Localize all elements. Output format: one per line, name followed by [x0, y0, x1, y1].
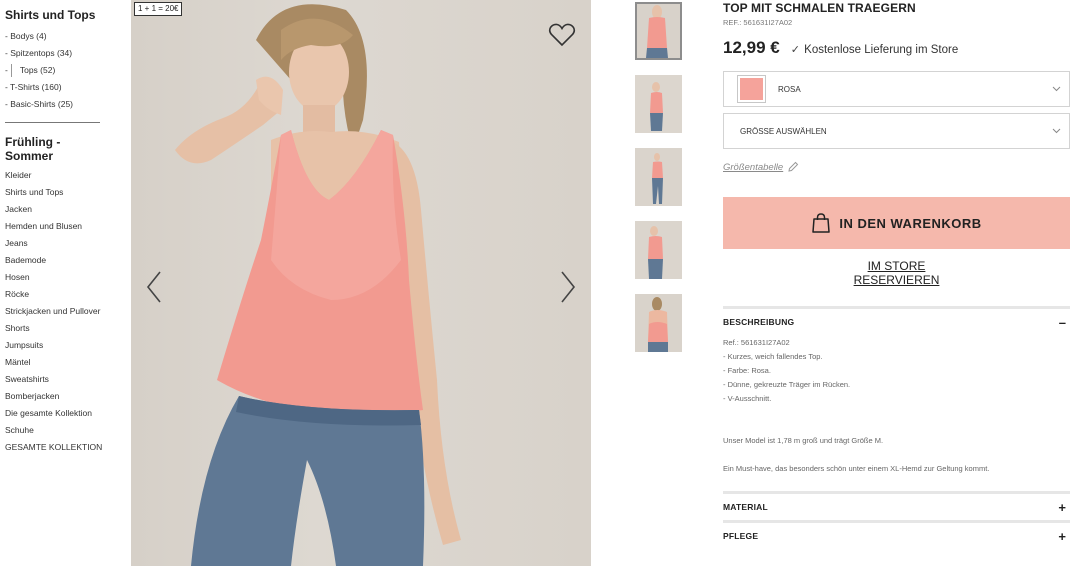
- subcategory-basic-shirts[interactable]: - Basic-Shirts (25): [5, 96, 113, 113]
- add-to-cart-button[interactable]: IN DEN WARENKORB: [723, 197, 1070, 249]
- shipping-text: Kostenlose Lieferung im Store: [804, 44, 959, 56]
- category-kleider[interactable]: Kleider: [5, 167, 113, 184]
- product-photo: [175, 4, 461, 566]
- material-header[interactable]: MATERIAL +: [723, 494, 1070, 520]
- category-strickjacken[interactable]: Strickjacken und Pullover: [5, 303, 113, 320]
- thumbnail-photo: [635, 148, 682, 206]
- color-label: ROSA: [778, 84, 801, 94]
- size-chart-link[interactable]: Größentabelle: [723, 161, 818, 173]
- subcategory-bodys[interactable]: - Bodys (4): [5, 28, 113, 45]
- size-select[interactable]: GRÖSSE AUSWÄHLEN: [723, 113, 1070, 149]
- category-bomberjacken[interactable]: Bomberjacken: [5, 388, 113, 405]
- chevron-left-icon: [146, 271, 161, 303]
- subcategory-tops-active[interactable]: - Tops (52): [5, 62, 113, 79]
- thumbnail-photo: [637, 4, 680, 58]
- heart-icon: [548, 23, 576, 47]
- category-sidebar: Shirts und Tops - Bodys (4) - Spitzentop…: [5, 8, 113, 456]
- reserve-in-store-link[interactable]: IM STORE RESERVIEREN: [827, 259, 967, 287]
- category-jacken[interactable]: Jacken: [5, 201, 113, 218]
- add-to-cart-label: IN DEN WARENKORB: [839, 215, 982, 231]
- thumbnail-photo: [635, 294, 682, 352]
- sidebar-divider: [5, 122, 100, 123]
- category-list: Kleider Shirts und Tops Jacken Hemden un…: [5, 167, 113, 456]
- thumbnail-photo: [635, 75, 682, 133]
- description-body: Ref.: 561631I27A02 - Kurzes, weich falle…: [723, 336, 1070, 476]
- check-icon: ✓: [790, 44, 800, 56]
- color-swatch-fill: [740, 78, 763, 100]
- category-schuhe[interactable]: Schuhe: [5, 422, 113, 439]
- sidebar-heading[interactable]: Shirts und Tops: [5, 8, 113, 23]
- model-note: Unser Model ist 1,78 m groß und trägt Gr…: [723, 436, 884, 445]
- subcategory-spitzentops[interactable]: - Spitzentops (34): [5, 45, 113, 62]
- description-note: Ein Must-have, das besonders schön unter…: [723, 464, 990, 473]
- care-header[interactable]: PFLEGE +: [723, 523, 1070, 549]
- season-title-line-1: Frühling -: [5, 135, 61, 149]
- description-line: - V-Ausschnitt.: [723, 394, 772, 403]
- subcategory-list: - Bodys (4) - Spitzentops (34) - Tops (5…: [5, 28, 113, 113]
- collapse-icon: –: [1058, 314, 1066, 330]
- category-shorts[interactable]: Shorts: [5, 320, 113, 337]
- category-hemden-und-blusen[interactable]: Hemden und Blusen: [5, 218, 113, 235]
- care-title: PFLEGE: [723, 531, 759, 541]
- thumbnail-5[interactable]: [635, 294, 682, 352]
- season-title[interactable]: Frühling - Sommer: [5, 135, 113, 163]
- category-sweatshirts[interactable]: Sweatshirts: [5, 371, 113, 388]
- chevron-right-icon: [561, 271, 576, 303]
- description-title: BESCHREIBUNG: [723, 317, 795, 327]
- category-bademode[interactable]: Bademode: [5, 252, 113, 269]
- pencil-icon: [788, 161, 799, 172]
- subcategory-prefix: -: [5, 65, 8, 75]
- category-roecke[interactable]: Röcke: [5, 286, 113, 303]
- favorite-button[interactable]: [548, 22, 576, 48]
- description-line: Ref.: 561631I27A02: [723, 338, 790, 347]
- main-product-image[interactable]: 1 + 1 = 20€: [131, 0, 591, 566]
- category-all-collection[interactable]: GESAMTE KOLLEKTION: [5, 439, 113, 456]
- description-line: - Farbe: Rosa.: [723, 366, 771, 375]
- next-image-button[interactable]: [559, 270, 577, 304]
- expand-icon: +: [1058, 499, 1066, 515]
- category-jumpsuits[interactable]: Jumpsuits: [5, 337, 113, 354]
- category-gesamte-kollektion[interactable]: Die gesamte Kollektion: [5, 405, 113, 422]
- material-title: MATERIAL: [723, 502, 768, 512]
- product-title: TOP MIT SCHMALEN TRAEGERN: [723, 1, 916, 15]
- promo-badge: 1 + 1 = 20€: [134, 2, 183, 16]
- product-info: TOP MIT SCHMALEN TRAEGERN REF.: 561631I2…: [723, 0, 1070, 549]
- subcategory-tops-label: Tops (52): [19, 65, 56, 75]
- color-swatch: [737, 75, 766, 103]
- description-line: - Dünne, gekreuzte Träger im Rücken.: [723, 380, 851, 389]
- color-select[interactable]: ROSA: [723, 71, 1070, 107]
- subcategory-tshirts[interactable]: - T-Shirts (160): [5, 79, 113, 96]
- chevron-down-icon: [1052, 86, 1061, 92]
- product-price: 12,99 €: [723, 38, 780, 57]
- description-header[interactable]: BESCHREIBUNG –: [723, 309, 1070, 335]
- category-shirts-und-tops[interactable]: Shirts und Tops: [5, 184, 113, 201]
- expand-icon: +: [1058, 528, 1066, 544]
- thumbnail-2[interactable]: [635, 75, 682, 133]
- category-hosen[interactable]: Hosen: [5, 269, 113, 286]
- product-reference: REF.: 561631I27A02: [723, 18, 793, 27]
- price-row: 12,99 € ✓ Kostenlose Lieferung im Store: [723, 38, 1070, 58]
- thumbnail-photo: [635, 221, 682, 279]
- thumbnail-strip: [635, 2, 683, 367]
- thumbnail-3[interactable]: [635, 148, 682, 206]
- thumbnail-4[interactable]: [635, 221, 682, 279]
- size-placeholder: GRÖSSE AUSWÄHLEN: [740, 126, 827, 136]
- shopping-bag-icon: [812, 213, 831, 233]
- season-title-line-2: Sommer: [5, 149, 54, 163]
- previous-image-button[interactable]: [145, 270, 163, 304]
- category-maentel[interactable]: Mäntel: [5, 354, 113, 371]
- active-indicator: [10, 64, 12, 77]
- thumbnail-1[interactable]: [635, 2, 682, 60]
- category-jeans[interactable]: Jeans: [5, 235, 113, 252]
- description-line: - Kurzes, weich fallendes Top.: [723, 352, 823, 361]
- size-chart-label: Größentabelle: [723, 161, 784, 173]
- chevron-down-icon: [1052, 128, 1061, 134]
- shipping-info: ✓ Kostenlose Lieferung im Store: [791, 43, 958, 56]
